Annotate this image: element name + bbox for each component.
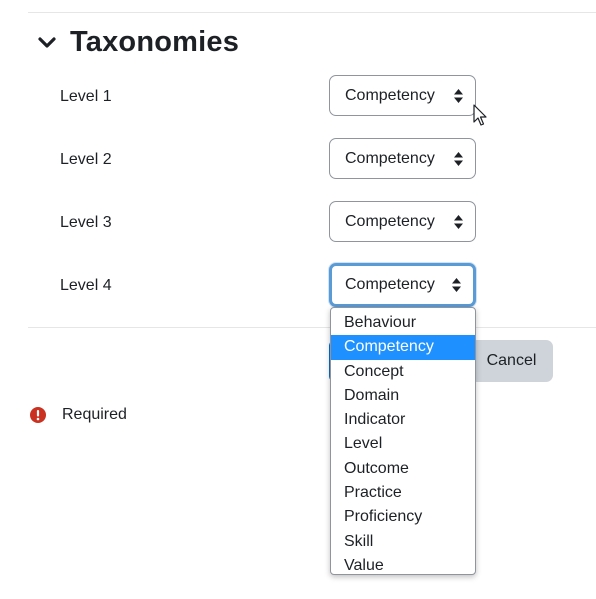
dropdown-option[interactable]: Behaviour [331,311,475,335]
level-4-label: Level 4 [60,277,112,294]
level-4-select[interactable]: Competency [329,263,476,307]
dropdown-option[interactable]: Skill [331,530,475,554]
dropdown-option[interactable]: Level [331,432,475,456]
dropdown-option[interactable]: Concept [331,360,475,384]
dropdown-option[interactable]: Proficiency [331,505,475,529]
level-4-dropdown-list[interactable]: Behaviour Competency Concept Domain Indicato… [330,307,476,575]
exclamation-circle-icon [30,407,46,423]
level-1-select-value: Competency [345,86,435,104]
select-arrows-icon [454,151,463,166]
select-arrows-icon [454,88,463,103]
dropdown-option[interactable]: Value [331,554,475,574]
cancel-button[interactable]: Cancel [470,340,553,382]
dropdown-option[interactable]: Competency [331,335,475,360]
required-legend: Required [30,406,127,424]
form-divider [28,327,596,328]
top-divider [28,12,596,13]
cancel-button-label: Cancel [486,352,537,369]
dropdown-option[interactable]: Domain [331,384,475,408]
chevron-down-icon[interactable] [34,30,60,56]
mouse-cursor-icon [473,104,487,126]
dropdown-option[interactable]: Practice [331,481,475,505]
level-2-select[interactable]: Competency [329,138,476,179]
level-1-select[interactable]: Competency [329,75,476,116]
section-header[interactable]: Taxonomies [34,26,239,59]
level-3-select-value: Competency [345,212,435,230]
level-2-label: Level 2 [60,151,112,168]
level-4-select-value: Competency [345,276,435,293]
level-1-label: Level 1 [60,88,112,105]
level-3-select[interactable]: Competency [329,201,476,242]
select-arrows-icon [454,214,463,229]
required-label: Required [62,406,127,423]
dropdown-option[interactable]: Outcome [331,457,475,481]
section-title: Taxonomies [70,26,240,58]
dropdown-option[interactable]: Indicator [331,408,475,432]
select-arrows-icon [452,278,461,292]
level-2-select-value: Competency [345,149,435,167]
level-3-label: Level 3 [60,214,112,231]
